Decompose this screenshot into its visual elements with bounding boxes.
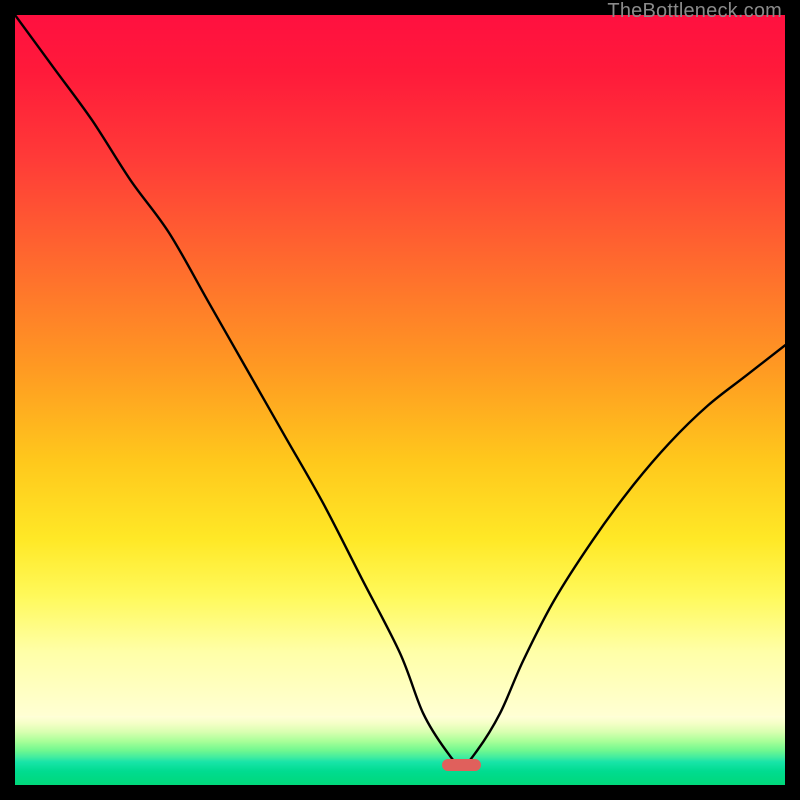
plot-area — [15, 15, 785, 785]
chart-frame: TheBottleneck.com — [0, 0, 800, 800]
bottleneck-curve — [15, 15, 785, 766]
watermark-text: TheBottleneck.com — [607, 0, 782, 23]
dip-marker — [442, 759, 481, 771]
curve-svg — [15, 15, 785, 785]
